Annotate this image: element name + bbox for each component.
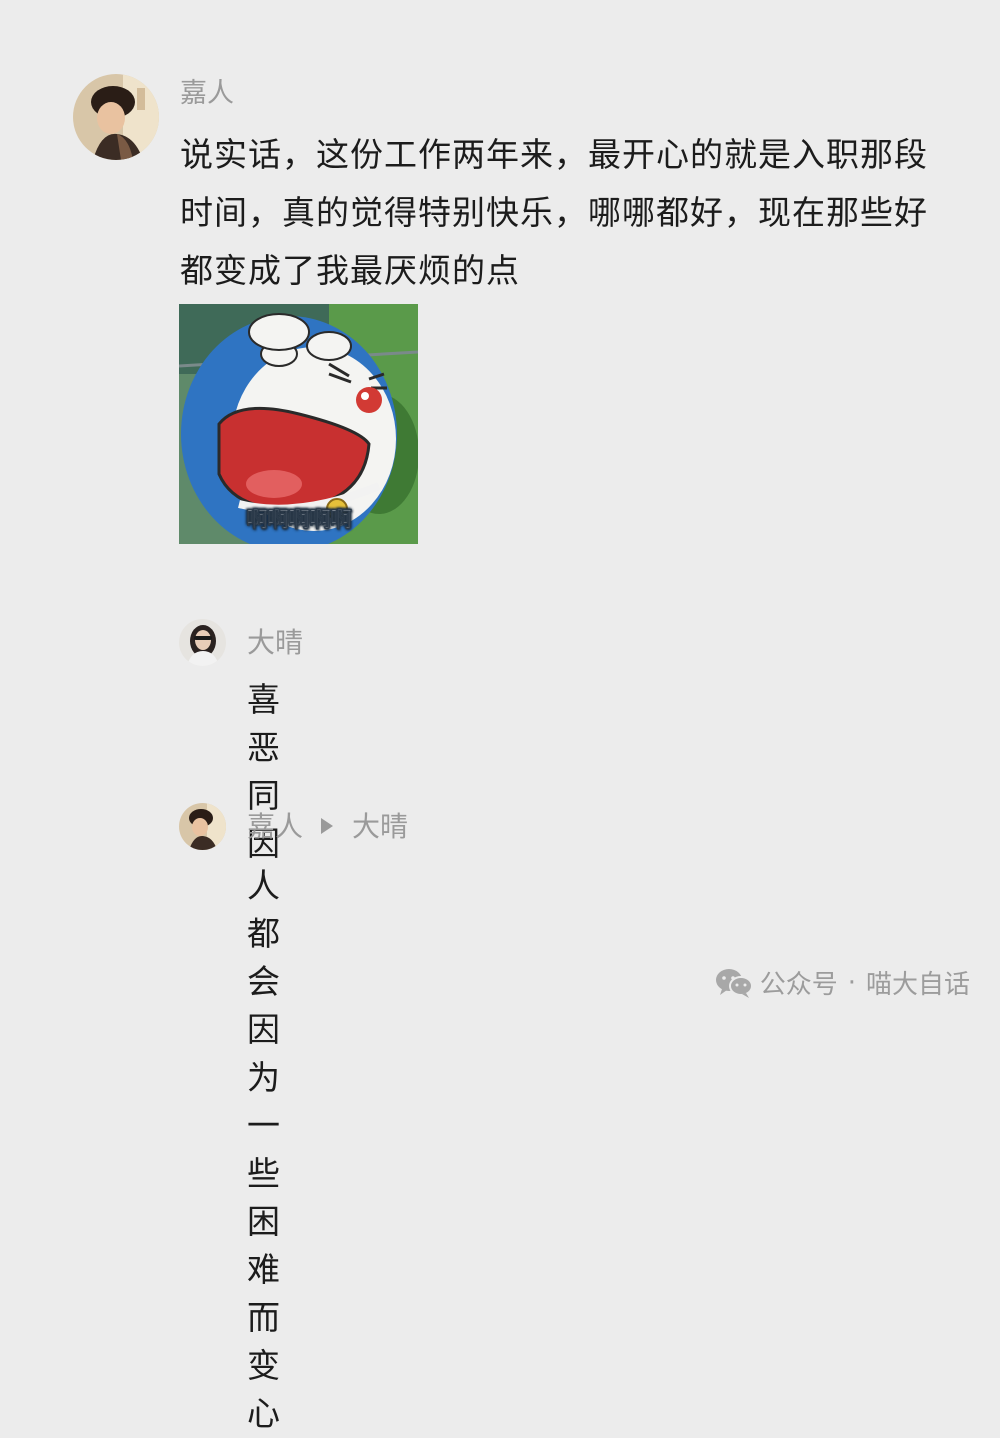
avatar[interactable] <box>179 803 226 850</box>
sticker-image[interactable]: 啊啊啊啊啊 <box>179 304 418 544</box>
sticker-caption: 啊啊啊啊啊 <box>245 508 353 534</box>
reply-author[interactable]: 大晴 <box>247 624 303 662</box>
reply-text: 人都会因为一些困难而变心 <box>247 866 281 1433</box>
reply-arrow-icon <box>321 818 333 834</box>
reply-to-author[interactable]: 大晴 <box>352 808 408 846</box>
watermark-separator: · <box>847 967 856 998</box>
reply-author[interactable]: 嘉人 <box>247 808 303 846</box>
avatar[interactable] <box>179 619 226 666</box>
watermark-label: 公众号 <box>759 970 838 1000</box>
watermark-account: 喵大自话 <box>865 970 970 1000</box>
avatar[interactable] <box>73 74 159 160</box>
watermark: 公众号 · 喵大自话 <box>714 964 970 1001</box>
comment-author[interactable]: 嘉人 <box>180 76 234 112</box>
wechat-icon <box>715 968 753 998</box>
comment-text: 说实话，这份工作两年来，最开心的就是入职那段时间，真的觉得特别快乐，哪哪都好，现… <box>180 135 928 290</box>
